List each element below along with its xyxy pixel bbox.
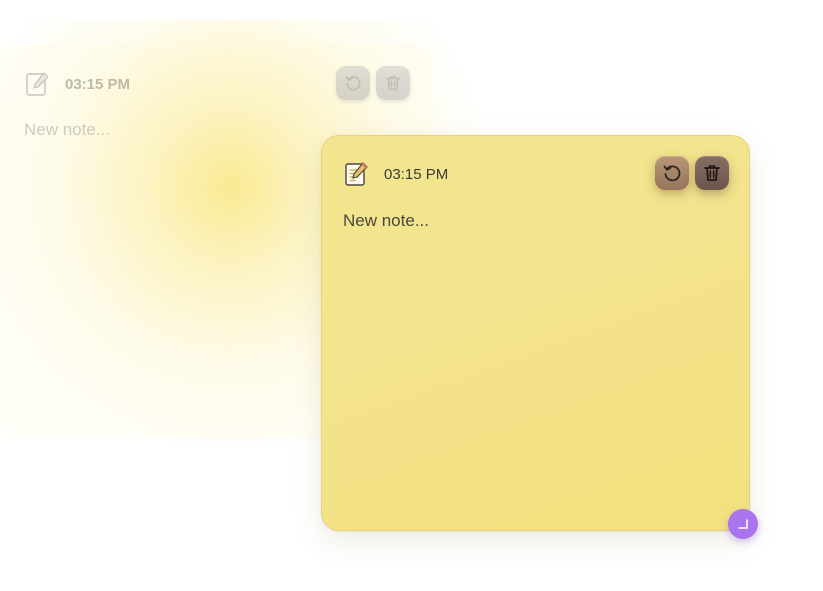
note-time: 03:15 PM (384, 165, 449, 183)
ghost-note-actions (336, 66, 410, 100)
ghost-delete-button (376, 66, 410, 100)
resize-handle-icon (738, 519, 748, 529)
trash-icon (704, 165, 720, 181)
trash-icon (385, 75, 401, 91)
ghost-reset-button (336, 66, 370, 100)
note-pencil-icon (343, 160, 371, 188)
stage: 03:15 PM New note... 03:15 PM New note..… (0, 0, 823, 591)
resize-handle[interactable] (728, 509, 758, 539)
delete-button[interactable] (695, 156, 729, 190)
ghost-note-time: 03:15 PM (65, 75, 131, 93)
note-pencil-icon (24, 70, 52, 98)
note-text-area[interactable]: New note... (343, 211, 429, 231)
sticky-note[interactable]: 03:15 PM New note... (321, 135, 750, 531)
reset-icon (663, 165, 681, 182)
reset-button[interactable] (655, 156, 689, 190)
note-header[interactable]: 03:15 PM (343, 160, 448, 188)
ghost-note-placeholder: New note... (24, 120, 110, 139)
ghost-note-header: 03:15 PM (24, 70, 130, 98)
note-actions (655, 156, 729, 190)
reset-icon (345, 76, 361, 91)
